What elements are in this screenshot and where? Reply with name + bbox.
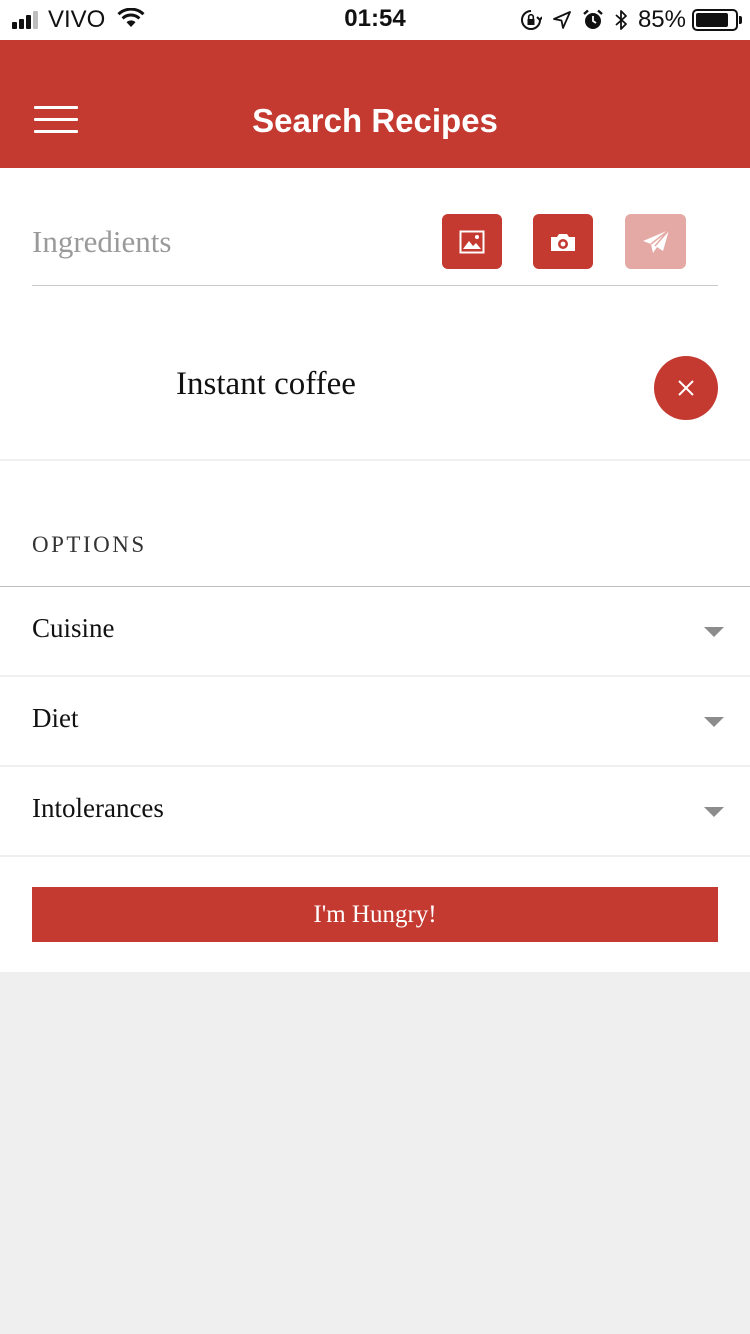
gallery-icon <box>459 230 485 253</box>
cuisine-dropdown[interactable]: Cuisine <box>0 587 750 677</box>
bluetooth-icon <box>614 9 628 31</box>
camera-icon <box>551 233 575 251</box>
camera-button[interactable] <box>533 214 593 269</box>
app-bar: Search Recipes <box>0 40 750 168</box>
battery-icon <box>692 9 738 31</box>
battery-percent: 85% <box>637 6 686 33</box>
ingredients-input[interactable] <box>32 214 422 270</box>
intolerances-dropdown[interactable]: Intolerances <box>0 767 750 857</box>
input-underline <box>32 285 718 286</box>
battery-level-fill <box>696 13 729 27</box>
search-form: Instant coffee OPTIONS Cuisine Diet Into… <box>0 168 750 972</box>
battery-nub <box>739 16 742 24</box>
chevron-down-icon <box>704 807 724 817</box>
location-icon <box>552 10 572 30</box>
send-icon <box>642 228 670 253</box>
status-bar: VIVO 01:54 85% <box>0 0 750 40</box>
chevron-down-icon <box>704 717 724 727</box>
page-title: Search Recipes <box>252 102 498 139</box>
chevron-down-icon <box>704 627 724 637</box>
orientation-lock-icon <box>520 9 542 31</box>
gallery-button[interactable] <box>442 214 502 269</box>
ingredient-list-item: Instant coffee <box>0 328 750 461</box>
options-heading: OPTIONS <box>32 532 147 557</box>
send-button[interactable] <box>625 214 686 269</box>
status-bar-right: 85% <box>510 6 742 34</box>
ingredient-name: Instant coffee <box>176 366 356 402</box>
alarm-icon <box>582 9 604 31</box>
diet-dropdown[interactable]: Diet <box>0 677 750 767</box>
remove-ingredient-button[interactable] <box>654 356 718 420</box>
intolerances-label: Intolerances <box>32 793 164 823</box>
cuisine-label: Cuisine <box>32 613 115 643</box>
close-icon <box>678 380 694 396</box>
diet-label: Diet <box>32 703 79 733</box>
im-hungry-button[interactable]: I'm Hungry! <box>32 887 718 942</box>
